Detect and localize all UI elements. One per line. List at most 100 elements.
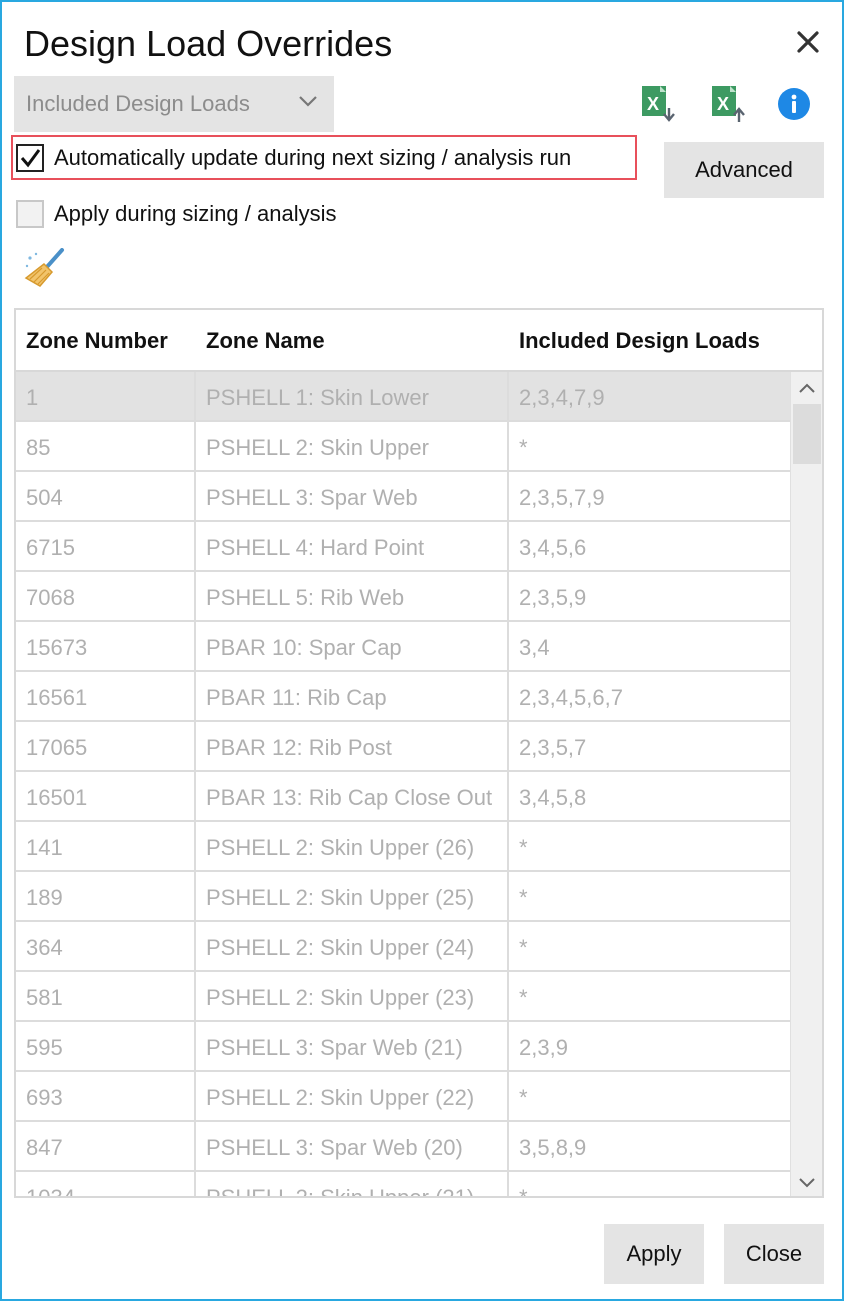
svg-text:X: X [717, 94, 729, 114]
cell-zone-number[interactable]: 595 [16, 1022, 196, 1072]
table-row[interactable]: 17065 PBAR 12: Rib Post 2,3,5,7 [16, 722, 790, 772]
cell-included-loads[interactable]: * [509, 872, 790, 922]
cell-zone-number[interactable]: 364 [16, 922, 196, 972]
cell-zone-number[interactable]: 1 [16, 372, 196, 422]
cell-zone-name[interactable]: PSHELL 2: Skin Upper [196, 422, 509, 472]
header-zone-number[interactable]: Zone Number [26, 328, 168, 354]
cell-included-loads[interactable]: 2,3,5,7 [509, 722, 790, 772]
scroll-up-button[interactable] [791, 372, 822, 404]
cell-zone-number[interactable]: 17065 [16, 722, 196, 772]
close-icon-glyph [797, 31, 819, 53]
cell-zone-name[interactable]: PBAR 11: Rib Cap [196, 672, 509, 722]
auto-update-label[interactable]: Automatically update during next sizing … [54, 144, 571, 172]
table-body: 1 PSHELL 1: Skin Lower 2,3,4,7,9 85 PSHELL 2… [16, 372, 790, 1196]
cell-included-loads[interactable]: * [509, 822, 790, 872]
table-row[interactable]: 85 PSHELL 2: Skin Upper * [16, 422, 790, 472]
table-row[interactable]: 189 PSHELL 2: Skin Upper (25) * [16, 872, 790, 922]
excel-import-glyph: X [712, 86, 745, 122]
cell-included-loads[interactable]: * [509, 1072, 790, 1122]
vertical-scrollbar[interactable] [790, 372, 822, 1196]
cell-zone-number[interactable]: 189 [16, 872, 196, 922]
dropdown-value: Included Design Loads [26, 91, 250, 116]
table-row[interactable]: 364 PSHELL 2: Skin Upper (24) * [16, 922, 790, 972]
auto-update-checkbox[interactable] [16, 144, 44, 172]
close-button[interactable]: Close [724, 1224, 824, 1284]
dialog-title: Design Load Overrides [24, 23, 393, 64]
cell-zone-number[interactable]: 15673 [16, 622, 196, 672]
design-loads-table: Zone Number Zone Name Included Design Lo… [14, 308, 824, 1198]
cell-zone-name[interactable]: PSHELL 3: Spar Web (20) [196, 1122, 509, 1172]
advanced-button[interactable]: Advanced [664, 142, 824, 198]
cell-zone-name[interactable]: PBAR 13: Rib Cap Close Out [196, 772, 509, 822]
cell-included-loads[interactable]: * [509, 422, 790, 472]
info-icon[interactable] [774, 84, 814, 124]
cell-included-loads[interactable]: 2,3,5,9 [509, 572, 790, 622]
cell-included-loads[interactable]: 2,3,4,5,6,7 [509, 672, 790, 722]
cell-zone-name[interactable]: PSHELL 4: Hard Point [196, 522, 509, 572]
cell-included-loads[interactable]: 3,4,5,8 [509, 772, 790, 822]
cell-zone-name[interactable]: PSHELL 2: Skin Upper (23) [196, 972, 509, 1022]
cell-zone-name[interactable]: PSHELL 2: Skin Upper (25) [196, 872, 509, 922]
table-row[interactable]: 15673 PBAR 10: Spar Cap 3,4 [16, 622, 790, 672]
table-row[interactable]: 7068 PSHELL 5: Rib Web 2,3,5,9 [16, 572, 790, 622]
close-icon[interactable] [792, 26, 824, 58]
table-row[interactable]: 693 PSHELL 2: Skin Upper (22) * [16, 1072, 790, 1122]
table-row[interactable]: 504 PSHELL 3: Spar Web 2,3,5,7,9 [16, 472, 790, 522]
cell-zone-number[interactable]: 581 [16, 972, 196, 1022]
cell-included-loads[interactable]: 2,3,5,7,9 [509, 472, 790, 522]
header-zone-name[interactable]: Zone Name [206, 328, 325, 354]
broom-glyph [24, 248, 64, 287]
table-row[interactable]: 16501 PBAR 13: Rib Cap Close Out 3,4,5,8 [16, 772, 790, 822]
cell-included-loads[interactable]: * [509, 1172, 790, 1196]
apply-during-checkbox[interactable] [16, 200, 44, 228]
table-row[interactable]: 16561 PBAR 11: Rib Cap 2,3,4,5,6,7 [16, 672, 790, 722]
table-row[interactable]: 595 PSHELL 3: Spar Web (21) 2,3,9 [16, 1022, 790, 1072]
cell-zone-number[interactable]: 7068 [16, 572, 196, 622]
table-row[interactable]: 1034 PSHELL 2: Skin Upper (21) * [16, 1172, 790, 1196]
cell-zone-name[interactable]: PSHELL 2: Skin Upper (24) [196, 922, 509, 972]
table-row[interactable]: 141 PSHELL 2: Skin Upper (26) * [16, 822, 790, 872]
table-row[interactable]: 847 PSHELL 3: Spar Web (20) 3,5,8,9 [16, 1122, 790, 1172]
checkmark-icon [20, 149, 41, 168]
cell-zone-name[interactable]: PSHELL 5: Rib Web [196, 572, 509, 622]
cell-zone-name[interactable]: PSHELL 2: Skin Upper (26) [196, 822, 509, 872]
cell-zone-number[interactable]: 847 [16, 1122, 196, 1172]
broom-icon[interactable] [24, 248, 66, 288]
cell-included-loads[interactable]: 2,3,9 [509, 1022, 790, 1072]
apply-during-label[interactable]: Apply during sizing / analysis [54, 200, 336, 228]
cell-zone-number[interactable]: 85 [16, 422, 196, 472]
scroll-thumb[interactable] [793, 404, 821, 464]
header-included-design-loads[interactable]: Included Design Loads [519, 328, 760, 354]
cell-zone-number[interactable]: 1034 [16, 1172, 196, 1196]
cell-included-loads[interactable]: 3,4 [509, 622, 790, 672]
cell-zone-name[interactable]: PBAR 12: Rib Post [196, 722, 509, 772]
cell-zone-number[interactable]: 504 [16, 472, 196, 522]
cell-included-loads[interactable]: * [509, 922, 790, 972]
cell-included-loads[interactable]: * [509, 972, 790, 1022]
table-header: Zone Number Zone Name Included Design Lo… [16, 310, 822, 372]
cell-zone-number[interactable]: 6715 [16, 522, 196, 572]
cell-zone-name[interactable]: PSHELL 2: Skin Upper (22) [196, 1072, 509, 1122]
chevron-up-icon [799, 383, 815, 393]
scroll-down-button[interactable] [791, 1166, 822, 1196]
table-row[interactable]: 1 PSHELL 1: Skin Lower 2,3,4,7,9 [16, 372, 790, 422]
cell-zone-name[interactable]: PSHELL 3: Spar Web (21) [196, 1022, 509, 1072]
table-row[interactable]: 581 PSHELL 2: Skin Upper (23) * [16, 972, 790, 1022]
cell-zone-name[interactable]: PSHELL 1: Skin Lower [196, 372, 509, 422]
cell-included-loads[interactable]: 2,3,4,7,9 [509, 372, 790, 422]
design-loads-dropdown[interactable]: Included Design Loads [14, 76, 334, 132]
cell-included-loads[interactable]: 3,5,8,9 [509, 1122, 790, 1172]
excel-import-icon[interactable]: X [708, 84, 748, 124]
cell-zone-number[interactable]: 141 [16, 822, 196, 872]
excel-export-icon[interactable]: X [638, 84, 678, 124]
cell-zone-number[interactable]: 16501 [16, 772, 196, 822]
cell-zone-name[interactable]: PSHELL 2: Skin Upper (21) [196, 1172, 509, 1196]
cell-zone-number[interactable]: 16561 [16, 672, 196, 722]
table-row[interactable]: 6715 PSHELL 4: Hard Point 3,4,5,6 [16, 522, 790, 572]
cell-zone-number[interactable]: 693 [16, 1072, 196, 1122]
cell-included-loads[interactable]: 3,4,5,6 [509, 522, 790, 572]
apply-button[interactable]: Apply [604, 1224, 704, 1284]
cell-zone-name[interactable]: PSHELL 3: Spar Web [196, 472, 509, 522]
svg-text:X: X [647, 94, 659, 114]
cell-zone-name[interactable]: PBAR 10: Spar Cap [196, 622, 509, 672]
